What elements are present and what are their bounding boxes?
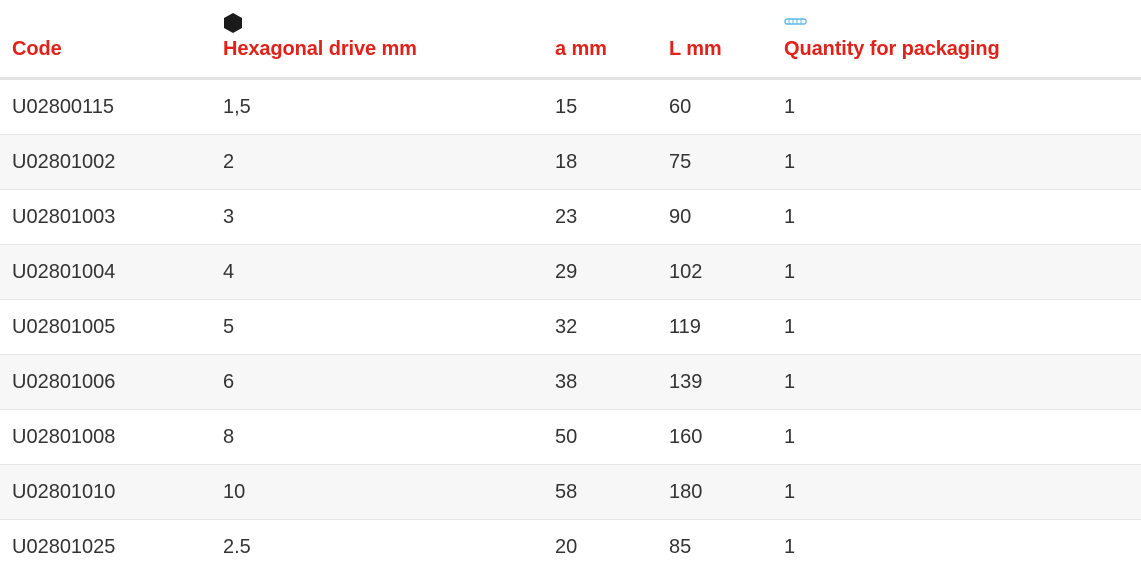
table-row: U02801008 8 50 160 1 [0, 410, 1141, 465]
cell-a-mm: 29 [555, 261, 578, 283]
cell-code: U02801010 [12, 481, 116, 503]
cell-hex-drive: 10 [223, 481, 246, 503]
cell-code: U02801003 [12, 206, 116, 228]
table-row: U02801006 6 38 139 1 [0, 355, 1141, 410]
cell-hex-drive: 1,5 [223, 96, 251, 118]
cell-code: U02801002 [12, 151, 116, 173]
cell-hex-drive: 6 [223, 371, 235, 393]
cell-a-mm: 38 [555, 371, 578, 393]
table-row: U02801005 5 32 119 1 [0, 300, 1141, 355]
table-row: U02800115 1,5 15 60 1 [0, 80, 1141, 135]
cell-hex-drive: 8 [223, 426, 235, 448]
cell-a-mm: 20 [555, 536, 578, 558]
cell-code: U02801005 [12, 316, 116, 338]
cell-a-mm: 58 [555, 481, 578, 503]
cell-quantity: 1 [784, 96, 796, 118]
cell-quantity: 1 [784, 536, 796, 558]
cell-code: U02801004 [12, 261, 116, 283]
cell-quantity: 1 [784, 371, 796, 393]
cell-quantity: 1 [784, 481, 796, 503]
cell-hex-drive: 3 [223, 206, 235, 228]
table-row: U02801025 2.5 20 85 1 [0, 520, 1141, 574]
table-row: U02801010 10 58 180 1 [0, 465, 1141, 520]
cell-quantity: 1 [784, 206, 796, 228]
cell-hex-drive: 2 [223, 151, 235, 173]
column-header-code: Code [12, 38, 62, 60]
cell-l-mm: 119 [669, 316, 701, 338]
cell-code: U02800115 [12, 96, 114, 118]
cell-a-mm: 23 [555, 206, 578, 228]
cell-a-mm: 18 [555, 151, 578, 173]
cell-hex-drive: 2.5 [223, 536, 251, 558]
cell-l-mm: 90 [669, 206, 692, 228]
table-row: U02801003 3 23 90 1 [0, 190, 1141, 245]
table-header: Code Hexagonal drive mm a mm L mm Quanti… [0, 0, 1141, 80]
cell-l-mm: 139 [669, 371, 703, 393]
cell-l-mm: 85 [669, 536, 692, 558]
column-header-quantity: Quantity for packaging [784, 38, 1000, 60]
hexagon-icon [223, 12, 243, 39]
cell-hex-drive: 4 [223, 261, 235, 283]
column-header-a-mm: a mm [555, 38, 607, 60]
cell-quantity: 1 [784, 426, 796, 448]
cell-code: U02801008 [12, 426, 116, 448]
column-header-l-mm: L mm [669, 38, 722, 60]
cell-l-mm: 102 [669, 261, 703, 283]
table-row: U02801004 4 29 102 1 [0, 245, 1141, 300]
product-table: Code Hexagonal drive mm a mm L mm Quanti… [0, 0, 1141, 574]
cell-l-mm: 60 [669, 96, 692, 118]
cell-quantity: 1 [784, 151, 796, 173]
cell-l-mm: 75 [669, 151, 692, 173]
cell-hex-drive: 5 [223, 316, 235, 338]
cell-quantity: 1 [784, 316, 796, 338]
cell-code: U02801025 [12, 536, 116, 558]
cell-code: U02801006 [12, 371, 116, 393]
table-row: U02801002 2 18 75 1 [0, 135, 1141, 190]
cell-quantity: 1 [784, 261, 796, 283]
cell-a-mm: 32 [555, 316, 578, 338]
cell-l-mm: 160 [669, 426, 703, 448]
cell-a-mm: 15 [555, 96, 578, 118]
packaging-icon [784, 14, 808, 32]
cell-a-mm: 50 [555, 426, 578, 448]
column-header-hex-drive: Hexagonal drive mm [223, 38, 417, 60]
cell-l-mm: 180 [669, 481, 703, 503]
